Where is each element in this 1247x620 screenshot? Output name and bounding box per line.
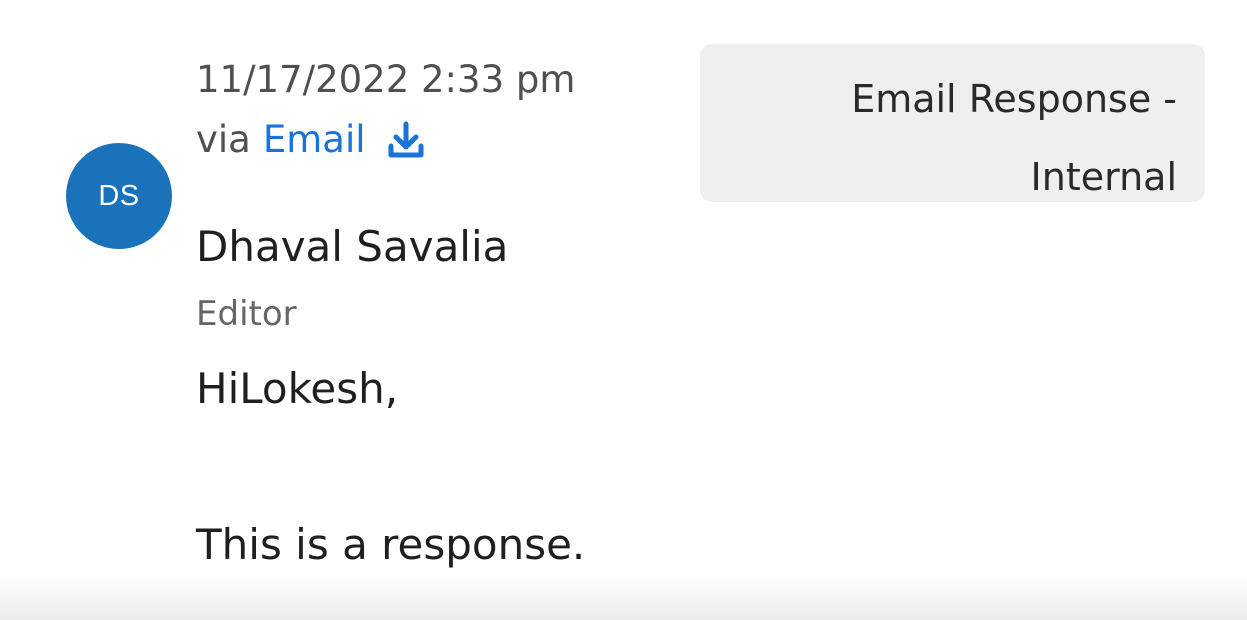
message-card: DS 11/17/2022 2:33 pm via Email Dhaval S… <box>0 0 1247 620</box>
message-body: HiLokesh, This is a response. <box>196 362 585 572</box>
bottom-divider-shadow <box>0 575 1247 620</box>
channel-link[interactable]: Email <box>263 116 366 164</box>
avatar-initials: DS <box>98 179 140 212</box>
message-greeting: HiLokesh, <box>196 364 399 413</box>
sender-name: Dhaval Savalia <box>196 222 509 271</box>
avatar: DS <box>66 143 172 249</box>
message-text: This is a response. <box>196 520 586 569</box>
sender-role: Editor <box>196 294 297 334</box>
response-type-label: Email Response - Internal <box>851 77 1177 199</box>
via-label: via <box>196 118 251 161</box>
download-icon[interactable] <box>384 118 428 162</box>
via-channel-line: via Email <box>196 116 428 164</box>
response-type-tag: Email Response - Internal <box>700 44 1205 202</box>
message-timestamp: 11/17/2022 2:33 pm <box>196 58 576 101</box>
